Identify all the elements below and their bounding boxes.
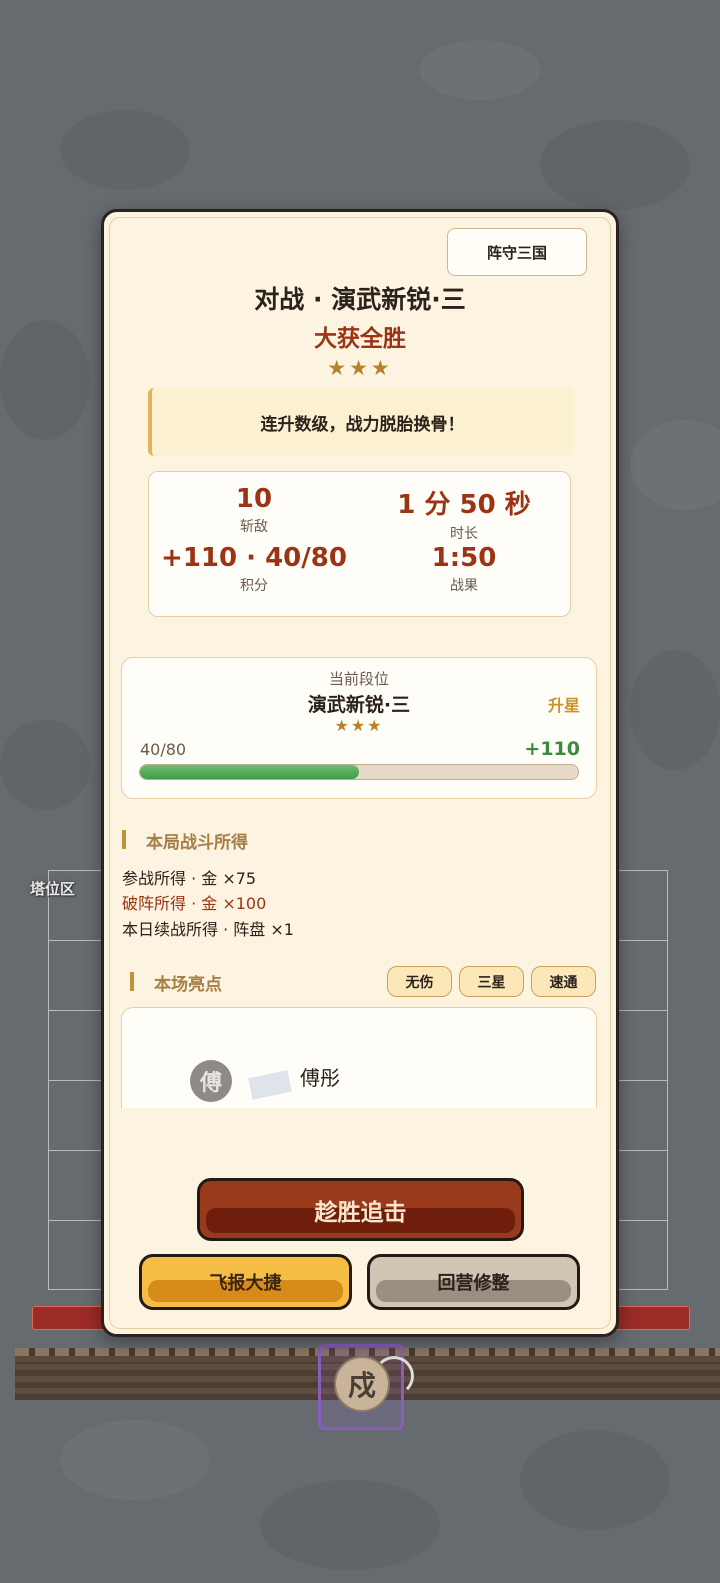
stat-label: 斩敌 bbox=[240, 519, 268, 535]
badge-speedrun: 速通 bbox=[531, 966, 596, 997]
reward-item: 参战所得 · 金 ×75 bbox=[122, 869, 257, 888]
report-victory-button[interactable]: 飞报大捷 bbox=[139, 1254, 352, 1310]
camp-button-label: 回营修整 bbox=[437, 1273, 510, 1294]
stat-result: 1:50 战果 bbox=[359, 543, 569, 595]
rank-stars: ★★★ bbox=[334, 716, 384, 735]
background-blob bbox=[630, 650, 720, 770]
stat-label: 时长 bbox=[450, 526, 478, 542]
result-stars: ★★★ bbox=[327, 356, 393, 380]
stat-label: 战果 bbox=[450, 578, 478, 594]
pursue-button[interactable]: 趁胜追击 bbox=[197, 1178, 524, 1241]
background-blob bbox=[0, 720, 90, 810]
background-blob bbox=[630, 420, 720, 510]
stat-value: 10 bbox=[235, 484, 273, 514]
rank-progress-bar bbox=[139, 764, 579, 780]
background-blob bbox=[540, 120, 690, 210]
battle-stats-card: 10 斩敌 1 分 50 秒 时长 +110 · 40/80 积分 1:50 战… bbox=[148, 471, 571, 617]
reward-item: 本日续战所得 · 阵盘 ×1 bbox=[122, 920, 294, 939]
hero-name: 傅彤 bbox=[300, 1066, 340, 1090]
pursue-button-label: 趁胜追击 bbox=[314, 1199, 407, 1226]
background-blob bbox=[260, 1480, 440, 1570]
stat-value: 1 分 50 秒 bbox=[397, 490, 531, 520]
battle-title: 对战 · 演武新锐·三 bbox=[254, 285, 466, 314]
stat-value: +110 · 40/80 bbox=[161, 543, 347, 573]
highlight-card[interactable]: 傅 傅彤 bbox=[121, 1007, 597, 1108]
result-banner: 连升数级，战力脱胎换骨！ bbox=[148, 388, 573, 456]
rank-status: 升星 bbox=[547, 696, 580, 715]
highlights-title: 本场亮点 bbox=[130, 970, 222, 995]
rank-name: 演武新锐·三 bbox=[307, 694, 411, 716]
stat-duration: 1 分 50 秒 时长 bbox=[359, 484, 569, 543]
rank-progress-fill bbox=[140, 765, 359, 779]
battle-result-dialog: 阵守三国 对战 · 演武新锐·三 大获全胜 ★★★ 连升数级，战力脱胎换骨！ 1… bbox=[101, 209, 619, 1337]
report-button-label: 飞报大捷 bbox=[209, 1273, 282, 1294]
badge-three-stars: 三星 bbox=[459, 966, 524, 997]
stat-score: +110 · 40/80 积分 bbox=[149, 543, 359, 595]
background-blob bbox=[420, 40, 540, 100]
reward-item: 破阵所得 · 金 ×100 bbox=[122, 894, 267, 913]
background-blob bbox=[60, 110, 190, 190]
rewards-title: 本局战斗所得 bbox=[122, 828, 248, 853]
stat-kills: 10 斩敌 bbox=[149, 484, 359, 536]
rank-gain: +110 bbox=[524, 738, 580, 760]
background-blob bbox=[60, 1420, 210, 1500]
unit-weapon-icon bbox=[374, 1356, 414, 1396]
hero-avatar: 傅 bbox=[190, 1060, 232, 1102]
rank-caption: 当前段位 bbox=[328, 670, 389, 688]
background-blob bbox=[0, 320, 90, 440]
hero-banner-icon bbox=[248, 1070, 292, 1100]
return-camp-button[interactable]: 回营修整 bbox=[367, 1254, 580, 1310]
tower-zone-label: 塔位区 bbox=[30, 880, 76, 898]
battle-result: 大获全胜 bbox=[314, 326, 406, 352]
stat-label: 积分 bbox=[240, 578, 268, 594]
rank-progress-text: 40/80 bbox=[140, 740, 187, 759]
rank-card: 当前段位 演武新锐·三 ★★★ 升星 40/80 +110 bbox=[121, 657, 597, 799]
game-mode-tag: 阵守三国 bbox=[447, 228, 587, 276]
stat-value: 1:50 bbox=[431, 543, 497, 573]
background-blob bbox=[520, 1430, 670, 1530]
badge-no-damage: 无伤 bbox=[387, 966, 452, 997]
